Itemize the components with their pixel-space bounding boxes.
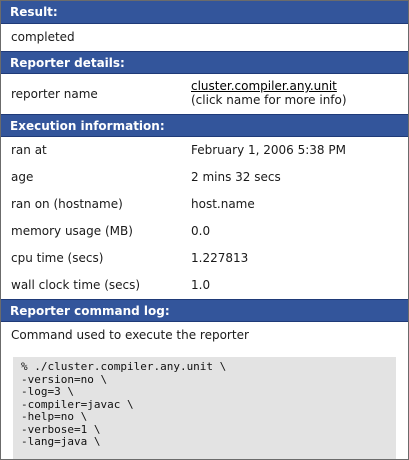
execution-row-cpu-time: cpu time (secs) 1.227813 [1, 245, 408, 272]
command-log-description: Command used to execute the reporter [11, 328, 249, 342]
result-header: Result: [1, 1, 408, 24]
result-value: completed [11, 30, 75, 44]
reporter-details-header: Reporter details: [1, 51, 408, 74]
execution-row-label: memory usage (MB) [11, 224, 133, 238]
execution-row-age: age 2 mins 32 secs [1, 164, 408, 191]
execution-row-value: February 1, 2006 5:38 PM [191, 143, 346, 157]
command-line: -log=3 \ [21, 385, 74, 398]
reporter-name-row: reporter name cluster.compiler.any.unit … [1, 74, 408, 114]
execution-row-label: cpu time (secs) [11, 251, 104, 265]
execution-row-value: 1.227813 [191, 251, 249, 265]
execution-info-header: Execution information: [1, 114, 408, 137]
command-log-code: % ./cluster.compiler.any.unit \ -version=… [13, 357, 396, 459]
execution-row-value: host.name [191, 197, 255, 211]
reporter-name-value: cluster.compiler.any.unit (click name fo… [191, 79, 347, 107]
command-line: -lang=java \ [21, 435, 101, 448]
execution-row-memory: memory usage (MB) 0.0 [1, 218, 408, 245]
execution-row-label: wall clock time (secs) [11, 278, 141, 292]
reporter-name-label: reporter name [11, 87, 98, 101]
reporter-name-hint: (click name for more info) [191, 93, 347, 107]
execution-row-value: 1.0 [191, 278, 211, 292]
reporter-name-link[interactable]: cluster.compiler.any.unit [191, 79, 337, 93]
execution-row-label: ran at [11, 143, 47, 157]
execution-row-ran-at: ran at February 1, 2006 5:38 PM [1, 137, 408, 164]
execution-row-hostname: ran on (hostname) host.name [1, 191, 408, 218]
reporter-report-panel: Result: completed Reporter details: repo… [0, 0, 409, 460]
execution-row-label: age [11, 170, 34, 184]
execution-row-label: ran on (hostname) [11, 197, 123, 211]
command-line: -help=no \ [21, 410, 88, 423]
execution-row-value: 2 mins 32 secs [191, 170, 281, 184]
execution-row-wall-clock: wall clock time (secs) 1.0 [1, 272, 408, 299]
command-log-header: Reporter command log: [1, 299, 408, 322]
command-line: % ./cluster.compiler.any.unit \ [21, 360, 227, 373]
execution-row-value: 0.0 [191, 224, 211, 238]
command-line: -version=no \ [21, 372, 108, 386]
